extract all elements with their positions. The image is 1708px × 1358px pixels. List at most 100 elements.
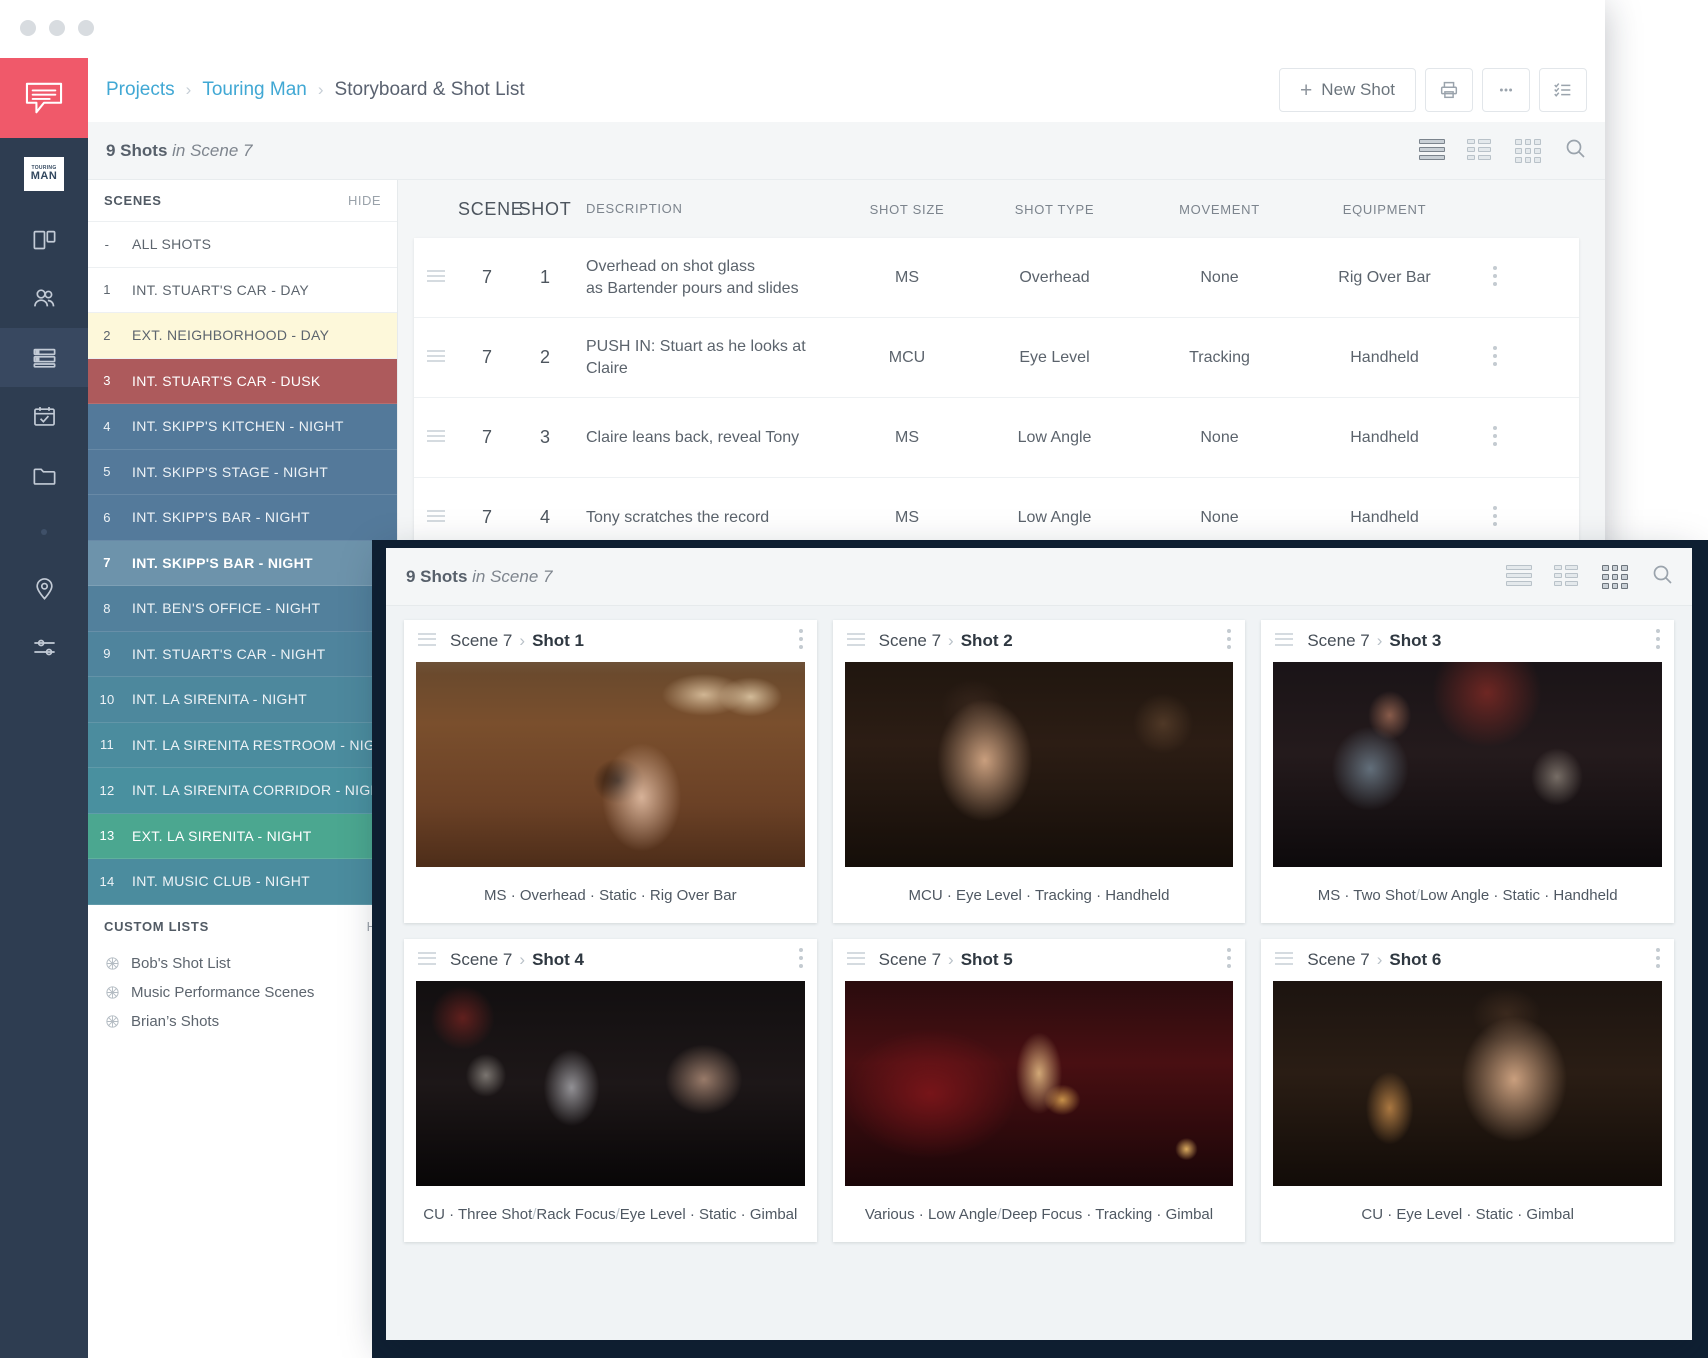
card-thumbnail[interactable] xyxy=(1273,981,1662,1186)
checklist-button[interactable] xyxy=(1539,68,1587,112)
scene-row[interactable]: 9INT. STUART'S CAR - NIGHT xyxy=(88,632,397,678)
scene-name: INT. LA SIRENITA - NIGHT xyxy=(126,691,307,707)
row-drag-handle[interactable] xyxy=(414,510,458,525)
card-title: Scene 7›Shot 3 xyxy=(1307,631,1441,651)
scene-row[interactable]: 3INT. STUART'S CAR - DUSK xyxy=(88,359,397,405)
search-button[interactable] xyxy=(1563,136,1587,165)
scene-number: 6 xyxy=(88,510,126,525)
list-view-icon[interactable] xyxy=(1419,139,1445,163)
cell-movement: None xyxy=(1137,269,1302,287)
custom-list-item[interactable]: Music Performance Scenes xyxy=(88,978,397,1007)
card-drag-handle[interactable] xyxy=(847,633,865,650)
sidebar-item-settings[interactable] xyxy=(0,618,88,677)
breadcrumb-separator-1: › xyxy=(186,80,192,100)
row-menu-button[interactable] xyxy=(1467,346,1523,370)
scene-row[interactable]: 4INT. SKIPP'S KITCHEN - NIGHT xyxy=(88,404,397,450)
overlay-split-view-icon[interactable] xyxy=(1554,565,1580,589)
card-drag-handle[interactable] xyxy=(418,952,436,969)
scene-row[interactable]: 10INT. LA SIRENITA - NIGHT xyxy=(88,677,397,723)
scene-row[interactable]: 13EXT. LA SIRENITA - NIGHT xyxy=(88,814,397,860)
custom-list-item[interactable]: Bob's Shot List xyxy=(88,949,397,978)
overlay-search-button[interactable] xyxy=(1650,562,1674,591)
caption-slash: / xyxy=(532,1206,536,1223)
card-menu-button[interactable] xyxy=(799,629,803,653)
card-title: Scene 7›Shot 5 xyxy=(879,950,1013,970)
split-view-icon[interactable] xyxy=(1467,139,1493,163)
scene-row[interactable]: 11INT. LA SIRENITA RESTROOM - NIGHT xyxy=(88,723,397,769)
storyboard-card[interactable]: Scene 7›Shot 1MS · Overhead · Static · R… xyxy=(404,620,817,923)
minimize-window-dot[interactable] xyxy=(49,20,65,36)
sidebar-item-schedule[interactable] xyxy=(0,387,88,446)
row-drag-handle[interactable] xyxy=(414,270,458,285)
row-menu-button[interactable] xyxy=(1467,426,1523,450)
scenes-hide-button[interactable]: HIDE xyxy=(348,193,381,208)
overlay-list-view-icon[interactable] xyxy=(1506,565,1532,589)
shot-count-bar: 9 Shots in Scene 7 xyxy=(88,122,1605,180)
card-scene: Scene 7 xyxy=(1307,631,1369,650)
grid-view-icon[interactable] xyxy=(1515,139,1541,163)
card-thumbnail[interactable] xyxy=(845,981,1234,1186)
storyboard-card[interactable]: Scene 7›Shot 4CU · Three Shot / Rack Foc… xyxy=(404,939,817,1242)
app-logo[interactable] xyxy=(0,58,88,138)
card-menu-button[interactable] xyxy=(1656,948,1660,972)
scene-row[interactable]: -ALL SHOTS xyxy=(88,222,397,268)
card-thumbnail[interactable] xyxy=(416,981,805,1186)
card-thumbnail[interactable] xyxy=(1273,662,1662,867)
scene-row[interactable]: 1INT. STUART'S CAR - DAY xyxy=(88,268,397,314)
scene-number: 9 xyxy=(88,646,126,661)
project-thumbnail[interactable]: TOURING MAN xyxy=(0,138,88,210)
maximize-window-dot[interactable] xyxy=(78,20,94,36)
row-menu-button[interactable] xyxy=(1467,266,1523,290)
new-shot-button[interactable]: + New Shot xyxy=(1279,68,1416,112)
storyboard-card[interactable]: Scene 7›Shot 2MCU · Eye Level · Tracking… xyxy=(833,620,1246,923)
card-drag-handle[interactable] xyxy=(418,633,436,650)
card-drag-handle[interactable] xyxy=(847,952,865,969)
scene-row[interactable]: 7INT. SKIPP'S BAR - NIGHT xyxy=(88,541,397,587)
card-thumbnail[interactable] xyxy=(845,662,1234,867)
cell-description: PUSH IN: Stuart as he looks at Claire xyxy=(574,336,842,379)
sidebar-item-boards[interactable] xyxy=(0,210,88,269)
row-drag-handle[interactable] xyxy=(414,350,458,365)
scene-row[interactable]: 5INT. SKIPP'S STAGE - NIGHT xyxy=(88,450,397,496)
scene-number: 3 xyxy=(88,373,126,388)
plus-icon: + xyxy=(1300,80,1312,101)
card-menu-button[interactable] xyxy=(1227,629,1231,653)
table-row[interactable]: 73Claire leans back, reveal TonyMSLow An… xyxy=(414,398,1579,478)
card-menu-button[interactable] xyxy=(1227,948,1231,972)
overlay-grid-view-icon[interactable] xyxy=(1602,565,1628,589)
scene-row[interactable]: 6INT. SKIPP'S BAR - NIGHT xyxy=(88,495,397,541)
storyboard-card[interactable]: Scene 7›Shot 3MS · Two Shot / Low Angle … xyxy=(1261,620,1674,923)
scene-row[interactable]: 8INT. BEN'S OFFICE - NIGHT xyxy=(88,586,397,632)
card-menu-button[interactable] xyxy=(799,948,803,972)
custom-list-item[interactable]: Brian’s Shots xyxy=(88,1007,397,1036)
close-window-dot[interactable] xyxy=(20,20,36,36)
col-movement: MOVEMENT xyxy=(1137,202,1302,217)
scene-row[interactable]: 14INT. MUSIC CLUB - NIGHT xyxy=(88,859,397,905)
sidebar-item-files[interactable] xyxy=(0,446,88,505)
sidebar-item-location[interactable] xyxy=(0,559,88,618)
sidebar-item-cast[interactable] xyxy=(0,269,88,328)
scene-row[interactable]: 2EXT. NEIGHBORHOOD - DAY xyxy=(88,313,397,359)
card-menu-button[interactable] xyxy=(1656,629,1660,653)
storyboard-card[interactable]: Scene 7›Shot 5Various · Low Angle / Deep… xyxy=(833,939,1246,1242)
window-controls[interactable] xyxy=(20,20,94,36)
table-row[interactable]: 72PUSH IN: Stuart as he looks at ClaireM… xyxy=(414,318,1579,398)
card-thumbnail[interactable] xyxy=(416,662,805,867)
scene-number: 4 xyxy=(88,419,126,434)
overlay-view-switcher xyxy=(1506,562,1674,591)
more-options-button[interactable] xyxy=(1482,68,1530,112)
scene-row[interactable]: 12INT. LA SIRENITA CORRIDOR - NIGHT xyxy=(88,768,397,814)
breadcrumb-project[interactable]: Touring Man xyxy=(202,79,307,101)
storyboard-card[interactable]: Scene 7›Shot 6CU · Eye Level · Static · … xyxy=(1261,939,1674,1242)
card-drag-handle[interactable] xyxy=(1275,633,1293,650)
table-row[interactable]: 71Overhead on shot glassas Bartender pou… xyxy=(414,238,1579,318)
print-button[interactable] xyxy=(1425,68,1473,112)
row-menu-button[interactable] xyxy=(1467,506,1523,530)
card-title-separator: › xyxy=(519,950,525,969)
shot-count-scope: in Scene 7 xyxy=(172,141,252,160)
checklist-icon xyxy=(1552,79,1574,101)
card-drag-handle[interactable] xyxy=(1275,952,1293,969)
breadcrumb-projects[interactable]: Projects xyxy=(106,79,175,101)
row-drag-handle[interactable] xyxy=(414,430,458,445)
sidebar-item-shotlist[interactable] xyxy=(0,328,88,387)
